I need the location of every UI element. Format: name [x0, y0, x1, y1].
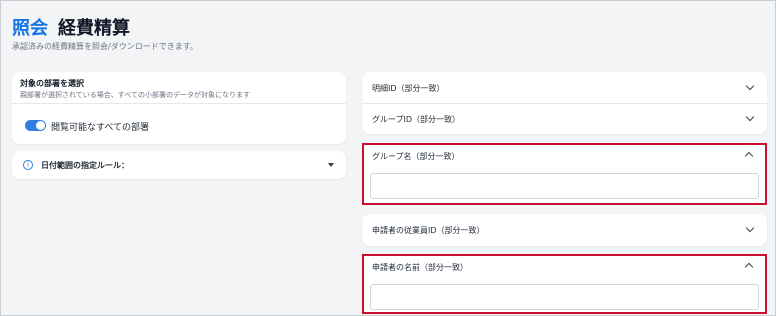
chevron-up-icon[interactable] [744, 151, 754, 161]
filter-group-name-label: グループ名（部分一致） [372, 152, 460, 161]
all-departments-toggle-label: 閲覧可能なすべての部署 [51, 123, 150, 133]
filter-applicant-name-label: 申請者の名前（部分一致） [372, 263, 468, 272]
all-departments-toggle[interactable] [25, 120, 46, 131]
department-description: 親部署が選択されている場合、すべての小部署のデータが対象になります [20, 91, 251, 99]
filter-detail-id-label: 明細ID（部分一致） [372, 84, 445, 93]
chevron-down-icon [745, 223, 755, 233]
filter-applicant-name: 申請者の名前（部分一致） [362, 254, 767, 314]
department-heading: 対象の部署を選択 [20, 79, 84, 88]
applicant-name-input[interactable] [370, 284, 759, 310]
page-title-main: 経費精算 [58, 18, 130, 39]
date-rule-label: 日付範囲の指定ルール： [41, 161, 129, 170]
date-rule-dropdown[interactable]: i 日付範囲の指定ルール： [12, 151, 346, 179]
department-card: 対象の部署を選択 親部署が選択されている場合、すべての小部署のデータが対象になり… [12, 72, 346, 144]
filter-detail-id[interactable]: 明細ID（部分一致） [362, 72, 767, 103]
page-subtitle: 承認済みの経費精算を照会/ダウンロードできます。 [12, 42, 198, 51]
chevron-up-icon[interactable] [744, 262, 754, 272]
info-icon: i [23, 160, 33, 170]
filter-group-name: グループ名（部分一致） [362, 143, 767, 205]
page-title-accent: 照会 [12, 18, 48, 39]
caret-down-icon [328, 163, 334, 167]
filter-employee-id[interactable]: 申請者の従業員ID（部分一致） [362, 214, 767, 246]
group-name-input[interactable] [370, 173, 759, 199]
chevron-down-icon [745, 81, 755, 91]
filter-group-id-label: グループID（部分一致） [372, 115, 461, 124]
department-divider [12, 103, 346, 104]
chevron-down-icon [745, 112, 755, 122]
page-title: 照会 経費精算 [12, 14, 130, 40]
filter-employee-id-label: 申請者の従業員ID（部分一致） [372, 226, 485, 235]
filter-group-id[interactable]: グループID（部分一致） [362, 104, 767, 134]
